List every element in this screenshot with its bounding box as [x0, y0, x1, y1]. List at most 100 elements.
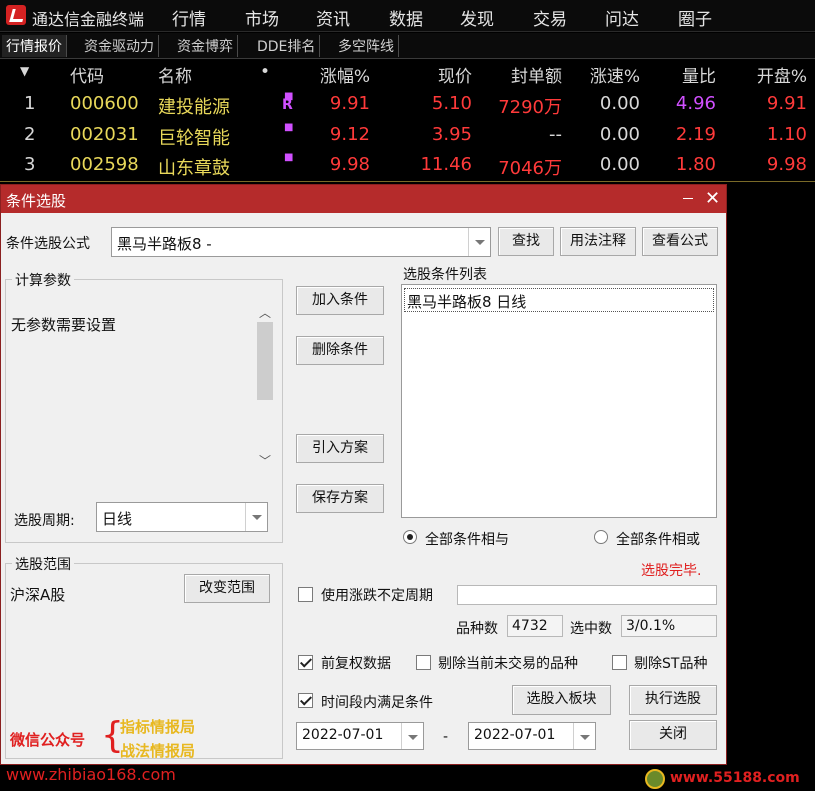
seal-amount: -- [549, 124, 562, 145]
col-name[interactable]: 名称 [158, 62, 192, 87]
period-combo[interactable]: 日线 [96, 502, 268, 532]
table-row[interactable]: 3 002598 山东章鼓 ■ 9.98 11.46 7046万 0.00 1.… [0, 152, 815, 182]
col-change-pct[interactable]: 涨幅% [300, 62, 370, 87]
stock-code: 000600 [70, 93, 139, 114]
close-icon[interactable]: ✕ [705, 188, 720, 209]
col-seal-amount[interactable]: 封单额 [485, 62, 562, 87]
date-to-picker[interactable]: 2022-07-01 [468, 722, 596, 750]
col-open-pct[interactable]: 开盘% [730, 62, 807, 87]
seal-amount: 7290万 [498, 97, 562, 118]
range-value: 沪深A股 [10, 586, 66, 604]
table-row[interactable]: 1 000600 建投能源 R ■ 9.91 5.10 7290万 0.00 4… [0, 91, 815, 121]
tab-dde-rank[interactable]: DDE排名 [253, 35, 321, 57]
chevron-down-icon[interactable]: ﹀ [259, 452, 271, 469]
change-range-button[interactable]: 改变范围 [184, 574, 270, 603]
exclude-untraded-label[interactable]: 剔除当前未交易的品种 [438, 653, 578, 673]
save-plan-button[interactable]: 保存方案 [296, 484, 384, 513]
radio-all-and[interactable] [403, 530, 417, 544]
watermark-url-right: www.55188.com [670, 770, 800, 786]
scroll-thumb[interactable] [257, 322, 273, 400]
close-button[interactable]: 关闭 [629, 720, 717, 750]
menu-data[interactable]: 数据 [389, 5, 423, 30]
forward-adjust-checkbox[interactable] [298, 655, 313, 670]
table-divider [0, 181, 815, 182]
menu-news[interactable]: 资讯 [316, 5, 350, 30]
tab-fund-game[interactable]: 资金博弈 [173, 35, 238, 57]
exclude-st-label[interactable]: 剔除ST品种 [634, 653, 707, 673]
add-condition-button[interactable]: 加入条件 [296, 286, 384, 315]
tab-bull-bear[interactable]: 多空阵线 [334, 35, 399, 57]
variable-period-input[interactable] [457, 585, 717, 605]
watermark-name2: 战法情报局 [120, 742, 196, 760]
radio-all-or-label[interactable]: 全部条件相或 [616, 529, 700, 549]
params-group: 计算参数 无参数需要设置 ︿ ﹀ 选股周期: 日线 [5, 270, 283, 543]
time-range-checkbox[interactable] [298, 693, 313, 708]
menu-discover[interactable]: 发现 [460, 5, 494, 30]
table-row[interactable]: 2 002031 巨轮智能 ■ 9.12 3.95 -- 0.00 2.19 1… [0, 122, 815, 152]
date-separator: - [443, 729, 449, 745]
col-dot[interactable]: • [260, 62, 270, 82]
add-to-block-button[interactable]: 选股入板块 [512, 685, 611, 715]
view-formula-button[interactable]: 查看公式 [642, 227, 718, 256]
radio-all-or[interactable] [594, 530, 608, 544]
radio-all-and-label[interactable]: 全部条件相与 [425, 529, 509, 549]
time-range-label[interactable]: 时间段内满足条件 [321, 692, 433, 712]
watermark-url-left: www.zhibiao168.com [6, 765, 176, 784]
tab-fund-driver[interactable]: 资金驱动力 [80, 35, 159, 57]
col-speed[interactable]: 涨速% [570, 62, 640, 87]
watermark-wechat: 微信公众号 [10, 731, 86, 749]
app-title: 通达信金融终端 [32, 10, 145, 29]
price: 5.10 [431, 93, 472, 114]
minimize-icon[interactable] [683, 198, 693, 199]
watermark-name1: 指标情报局 [120, 718, 196, 736]
price: 3.95 [431, 124, 472, 145]
forward-adjust-label[interactable]: 前复权数据 [321, 653, 391, 673]
chevron-down-icon[interactable] [401, 723, 423, 749]
chevron-up-icon[interactable]: ︿ [259, 304, 271, 321]
sort-arrow-icon[interactable]: ▼ [20, 64, 29, 78]
use-variable-period-label[interactable]: 使用涨跌不定周期 [321, 585, 433, 605]
col-price[interactable]: 现价 [400, 62, 472, 87]
chevron-down-icon[interactable] [573, 723, 595, 749]
tdx-logo-icon [6, 5, 26, 25]
condition-list[interactable]: 黑马半路板8 日线 [401, 284, 717, 518]
open-pct: 9.98 [766, 154, 807, 175]
formula-label: 条件选股公式 [6, 236, 90, 252]
find-button[interactable]: 查找 [498, 227, 554, 256]
condition-select-dialog: 条件选股 ✕ 条件选股公式 黑马半路板8 - 查找 用法注释 查看公式 计算参数… [0, 184, 727, 765]
use-variable-period-checkbox[interactable] [298, 587, 313, 602]
chevron-down-icon[interactable] [245, 503, 267, 531]
exclude-untraded-checkbox[interactable] [416, 655, 431, 670]
delete-condition-button[interactable]: 删除条件 [296, 336, 384, 365]
stock-code: 002598 [70, 154, 139, 175]
col-code[interactable]: 代码 [70, 62, 104, 87]
params-group-title: 计算参数 [12, 270, 74, 290]
menu-circle[interactable]: 圈子 [678, 5, 712, 30]
list-item[interactable]: 黑马半路板8 日线 [404, 288, 714, 312]
menu-quotes[interactable]: 行情 [172, 5, 206, 30]
price: 11.46 [420, 154, 472, 175]
speed: 0.00 [599, 154, 640, 175]
date-from-picker[interactable]: 2022-07-01 [296, 722, 424, 750]
menu-trade[interactable]: 交易 [533, 5, 567, 30]
open-pct: 9.91 [766, 93, 807, 114]
change-pct: 9.98 [329, 154, 370, 175]
status-text: 选股完毕. [641, 563, 702, 579]
execute-select-button[interactable]: 执行选股 [629, 685, 717, 715]
tab-quote-list[interactable]: 行情报价 [2, 35, 67, 57]
chevron-down-icon[interactable] [468, 228, 490, 256]
exclude-st-checkbox[interactable] [612, 655, 627, 670]
col-vol-ratio[interactable]: 量比 [650, 62, 716, 87]
formula-combo[interactable]: 黑马半路板8 - [111, 227, 491, 257]
import-plan-button[interactable]: 引入方案 [296, 434, 384, 463]
stock-dot-marker: ■ [284, 91, 294, 102]
formula-value: 黑马半路板8 - [117, 235, 212, 253]
dialog-title-bar[interactable]: 条件选股 ✕ [1, 185, 726, 213]
row-number: 1 [24, 93, 36, 114]
count-value: 4732 [507, 615, 563, 637]
menu-wenda[interactable]: 问达 [605, 5, 639, 30]
menu-market[interactable]: 市场 [245, 5, 279, 30]
params-scrollbar[interactable]: ︿ ﹀ [254, 300, 276, 472]
change-pct: 9.12 [329, 124, 370, 145]
usage-notes-button[interactable]: 用法注释 [560, 227, 636, 256]
